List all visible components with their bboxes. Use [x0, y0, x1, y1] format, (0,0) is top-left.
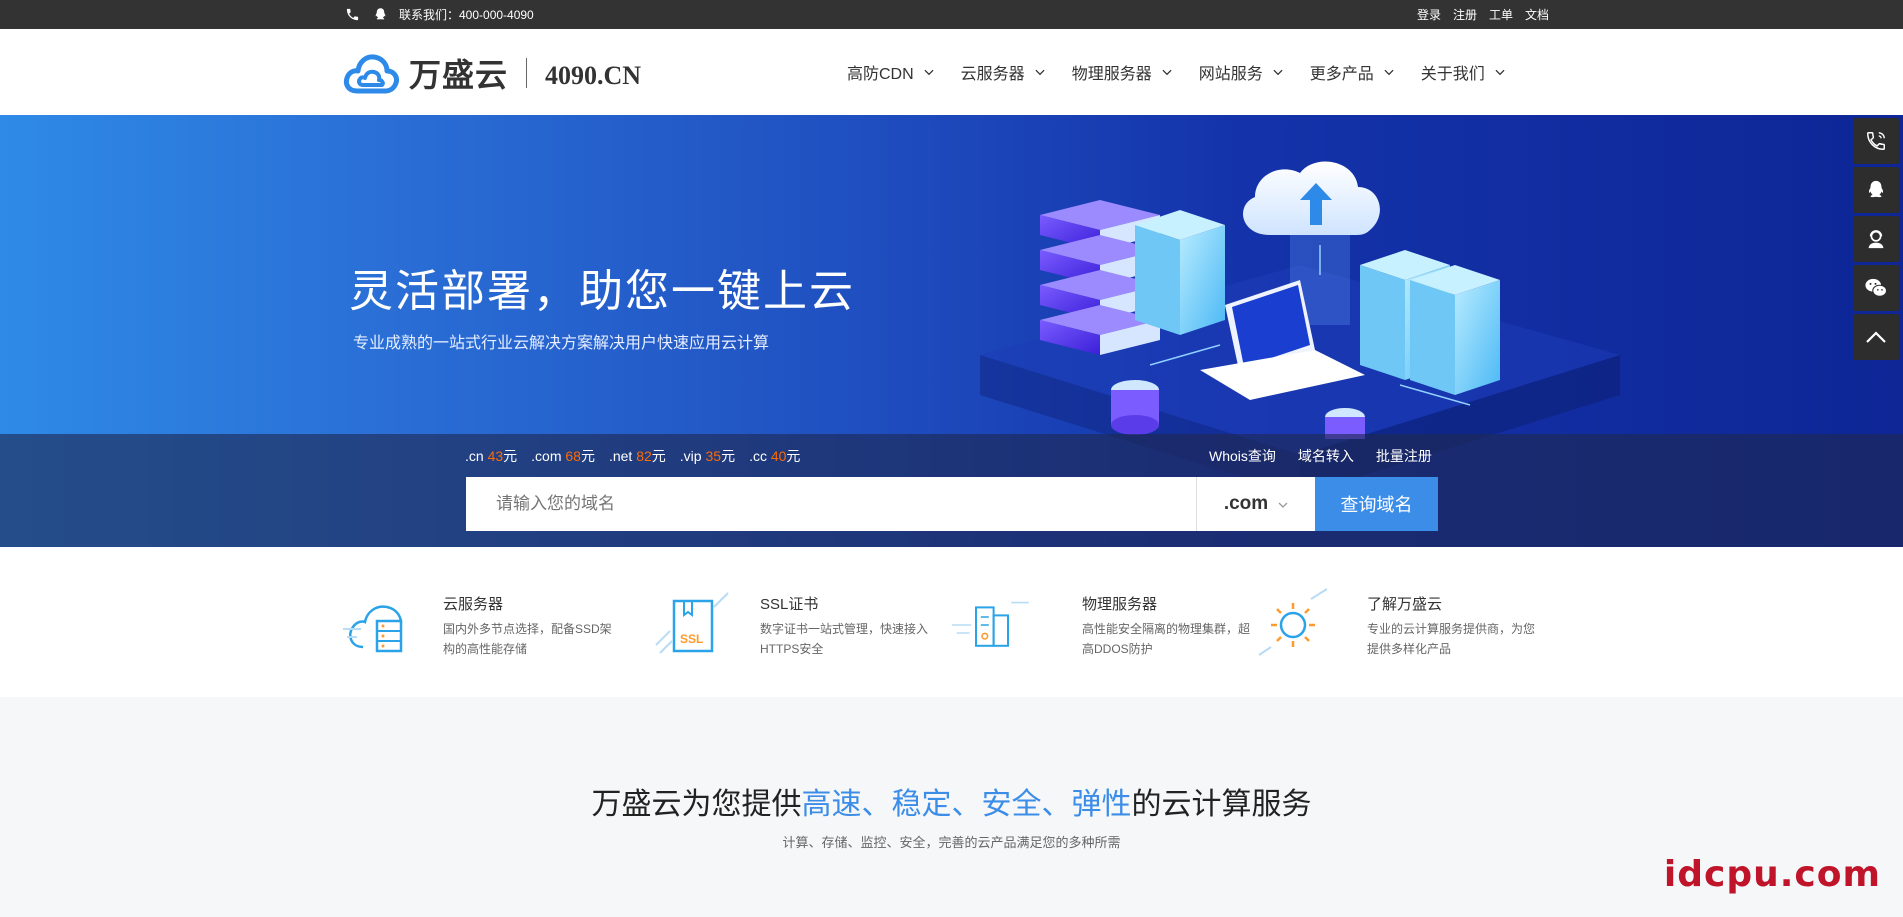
hero-subtitle: 专业成熟的一站式行业云解决方案解决用户快速应用云计算 — [353, 335, 770, 352]
nav-item-cloud-server[interactable]: 云服务器 — [961, 60, 1045, 84]
price-item[interactable]: .cc 40元 — [749, 446, 800, 466]
float-support-button[interactable] — [1853, 216, 1899, 262]
phone-icon — [1867, 132, 1885, 150]
feature-ssl[interactable]: SSL SSL证书 数字证书一站式管理，快速接入HTTPS安全 — [650, 585, 928, 665]
chevron-up-icon — [1866, 331, 1886, 343]
domain-price-list: .cn 43元 .com 68元 .net 82元 .vip 35元 .cc 4… — [465, 446, 800, 466]
tld-select-value: .com — [1223, 493, 1269, 514]
cloud-logo-icon — [343, 54, 399, 94]
domain-search-bar: .cn 43元 .com 68元 .net 82元 .vip 35元 .cc 4… — [0, 434, 1903, 547]
feature-desc: 国内外多节点选择，配备SSD架构的高性能存储 — [443, 622, 612, 656]
logo-divider — [526, 58, 528, 88]
feature-title: 物理服务器 — [1082, 596, 1158, 613]
back-to-top-button[interactable] — [1853, 314, 1899, 360]
chevron-down-icon — [1384, 67, 1394, 77]
cloud-server-icon — [343, 605, 403, 653]
feature-strip: 云服务器 国内外多节点选择，配备SSD架构的高性能存储 SSL SSL证书 数字… — [0, 547, 1903, 697]
header: 万盛云 4090.CN 高防CDN 云服务器 物理服务器 网站服务 更多产品 关… — [0, 29, 1903, 115]
wechat-icon — [1865, 278, 1888, 297]
feature-physical-server[interactable]: 物理服务器 高性能安全隔离的物理集群，超高DDOS防护 — [952, 585, 1250, 665]
chevron-down-icon — [1035, 67, 1045, 77]
search-domain-button[interactable]: 查询域名 — [1315, 477, 1438, 531]
ssl-certificate-icon: SSL — [655, 592, 729, 654]
qq-icon — [371, 6, 389, 24]
feature-desc: 高性能安全隔离的物理集群，超高DDOS防护 — [1082, 622, 1251, 656]
nav-item-physical-server[interactable]: 物理服务器 — [1072, 60, 1172, 84]
chevron-down-icon — [1278, 493, 1288, 515]
chevron-down-icon — [1273, 67, 1283, 77]
price-item[interactable]: .vip 35元 — [680, 446, 735, 466]
feature-title: SSL证书 — [760, 596, 819, 613]
svg-text:SSL: SSL — [680, 632, 703, 646]
customer-service-icon — [1868, 230, 1884, 249]
qq-icon — [1868, 180, 1884, 198]
watermark: idcpu.com — [1663, 854, 1881, 895]
contact-area: 联系我们：400-000-4090 — [343, 0, 534, 29]
nav-item-web-service[interactable]: 网站服务 — [1199, 60, 1283, 84]
physical-server-icon — [952, 601, 1029, 647]
feature-about[interactable]: 了解万盛云 专业的云计算服务提供商，为您提供多样化产品 — [1255, 585, 1535, 665]
price-item[interactable]: .com 68元 — [531, 446, 595, 466]
logo[interactable]: 万盛云 4090.CN — [343, 49, 641, 97]
domain-search-box: .com 查询域名 — [466, 477, 1438, 531]
float-qq-button[interactable] — [1853, 167, 1899, 213]
feature-desc: 数字证书一站式管理，快速接入HTTPS安全 — [760, 622, 929, 656]
nav-item-cdn[interactable]: 高防CDN — [847, 60, 934, 84]
feature-title: 了解万盛云 — [1367, 596, 1443, 613]
whois-link[interactable]: Whois查询 — [1209, 446, 1276, 466]
page: 联系我们：400-000-4090 登录 注册 工单 文档 万盛云 4090.C… — [0, 0, 1903, 917]
price-item[interactable]: .net 82元 — [609, 446, 666, 466]
float-wechat-button[interactable] — [1853, 265, 1899, 311]
chevron-down-icon — [1162, 67, 1172, 77]
register-link[interactable]: 注册 — [1453, 6, 1477, 23]
services-desc: 计算、存储、监控、安全，完善的云产品满足您的多种所需 — [782, 835, 1121, 850]
main-nav: 高防CDN 云服务器 物理服务器 网站服务 更多产品 关于我们 — [847, 29, 1532, 115]
bulk-register-link[interactable]: 批量注册 — [1376, 446, 1432, 466]
tld-select[interactable]: .com — [1196, 477, 1315, 531]
feature-cloud-server[interactable]: 云服务器 国内外多节点选择，配备SSD架构的高性能存储 — [343, 585, 612, 665]
logo-domain: 4090.CN — [545, 61, 642, 90]
feature-title: 云服务器 — [443, 596, 504, 613]
domain-search-input[interactable] — [466, 477, 1196, 531]
top-bar: 联系我们：400-000-4090 登录 注册 工单 文档 — [0, 0, 1903, 29]
hero-title: 灵活部署，助您一键上云 — [349, 267, 855, 316]
feature-desc: 专业的云计算服务提供商，为您提供多样化产品 — [1367, 622, 1536, 656]
nav-item-about[interactable]: 关于我们 — [1421, 60, 1505, 84]
nav-item-more-products[interactable]: 更多产品 — [1310, 60, 1394, 84]
price-item[interactable]: .cn 43元 — [465, 446, 517, 466]
services-section: 万盛云为您提供高速、稳定、安全、弹性的云计算服务 计算、存储、监控、安全，完善的… — [0, 697, 1903, 917]
phone-icon — [343, 6, 361, 24]
ticket-link[interactable]: 工单 — [1489, 6, 1513, 23]
domain-transfer-link[interactable]: 域名转入 — [1298, 446, 1354, 466]
top-links: 登录 注册 工单 文档 — [1417, 0, 1549, 29]
float-phone-button[interactable] — [1853, 118, 1899, 164]
hero-banner: 灵活部署，助您一键上云 专业成熟的一站式行业云解决方案解决用户快速应用云计算 .… — [0, 115, 1903, 547]
sun-gear-icon — [1258, 588, 1328, 656]
floating-toolbar — [1853, 118, 1899, 363]
domain-quick-links: Whois查询 域名转入 批量注册 — [1209, 446, 1432, 466]
docs-link[interactable]: 文档 — [1525, 6, 1549, 23]
chevron-down-icon — [924, 67, 934, 77]
login-link[interactable]: 登录 — [1417, 6, 1441, 23]
services-heading: 万盛云为您提供高速、稳定、安全、弹性的云计算服务 — [591, 788, 1312, 821]
contact-text: 联系我们：400-000-4090 — [399, 8, 534, 22]
logo-name: 万盛云 — [409, 56, 509, 94]
chevron-down-icon — [1495, 67, 1505, 77]
